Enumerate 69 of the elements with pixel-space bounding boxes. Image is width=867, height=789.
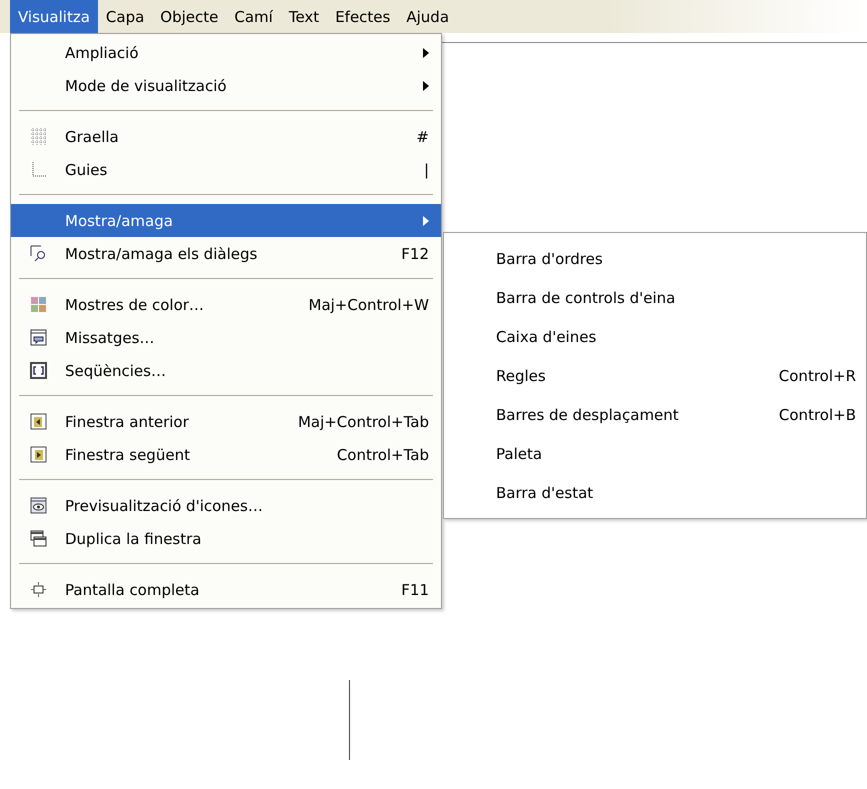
menu-item[interactable]: Duplica la finestra bbox=[11, 522, 441, 555]
menu-item[interactable]: Barra d'estat bbox=[444, 473, 866, 512]
menu-item[interactable]: Mostra/amaga bbox=[11, 204, 441, 237]
menu-item[interactable]: Barra d'ordres bbox=[444, 239, 866, 278]
eye-window-icon bbox=[30, 497, 46, 514]
menu-item[interactable]: Barres de desplaçament Control+B bbox=[444, 395, 866, 434]
menu-item-label: Ampliació bbox=[65, 44, 140, 62]
menu-item-label: Regles bbox=[496, 366, 547, 384]
menu-item[interactable]: Pantalla completa F11 bbox=[11, 573, 441, 606]
menu-item-label: Missatges… bbox=[65, 328, 156, 346]
menu-item-label: Mostres de color… bbox=[65, 296, 205, 314]
menu-item[interactable]: Ampliació bbox=[11, 36, 441, 69]
menu-item-label: Finestra següent bbox=[65, 446, 191, 464]
shortcut-label: F11 bbox=[401, 580, 429, 598]
shortcut-label: Control+R bbox=[778, 366, 856, 384]
menu-item[interactable]: Finestra següent Control+Tab bbox=[11, 438, 441, 471]
menu-item-label: Pantalla completa bbox=[65, 580, 200, 598]
menu-item[interactable]: Caixa d'eines bbox=[444, 317, 866, 356]
menu-item[interactable]: Paleta bbox=[444, 434, 866, 473]
menubar-item[interactable]: Camí bbox=[226, 0, 281, 33]
shortcut-label: Control+Tab bbox=[336, 446, 429, 464]
message-window-icon bbox=[30, 329, 46, 346]
menu-item[interactable]: Mode de visualització bbox=[11, 69, 441, 102]
menu-item[interactable]: Regles Control+R bbox=[444, 356, 866, 395]
menu-item-label: Duplica la finestra bbox=[65, 530, 202, 548]
sequence-window-icon bbox=[30, 362, 46, 379]
pointer-magnifier-icon bbox=[30, 245, 46, 262]
menu-item[interactable]: Barra de controls d'eina bbox=[444, 278, 866, 317]
menu-item[interactable]: Graella # bbox=[11, 120, 441, 153]
menu-item-label: Mostra/amaga bbox=[65, 212, 174, 230]
menu-item-label: Previsualització d'icones… bbox=[65, 496, 264, 514]
shortcut-label: | bbox=[424, 160, 429, 178]
menubar-item[interactable]: Ajuda bbox=[398, 0, 458, 33]
menu-item-label: Paleta bbox=[496, 444, 544, 462]
menubar-item[interactable]: Visualitza bbox=[10, 0, 98, 33]
grid-icon bbox=[30, 128, 46, 145]
previous-window-icon bbox=[30, 413, 46, 430]
shortcut-label: Maj+Control+W bbox=[308, 296, 429, 314]
menu-item-label: Barra d'estat bbox=[496, 484, 594, 502]
shortcut-label: # bbox=[416, 128, 429, 146]
menu-item-label: Mostra/amaga els diàlegs bbox=[65, 244, 258, 262]
menu-item-label: Finestra anterior bbox=[65, 412, 190, 430]
menu-item[interactable]: Seqüències… bbox=[11, 354, 441, 387]
menubar-item[interactable]: Objecte bbox=[152, 0, 226, 33]
shortcut-label: F12 bbox=[401, 244, 429, 262]
menu-item-label: Barra de controls d'eina bbox=[496, 288, 676, 306]
menu-item-label: Mode de visualització bbox=[65, 76, 228, 94]
swatches-icon bbox=[30, 296, 46, 313]
menu-item-label: Barres de desplaçament bbox=[496, 406, 680, 424]
menu-item[interactable]: Previsualització d'icones… bbox=[11, 489, 441, 522]
menu-item[interactable]: Mostres de color… Maj+Control+W bbox=[11, 288, 441, 321]
menu-item-label: Guies bbox=[65, 160, 108, 178]
menubar-item[interactable]: Text bbox=[280, 0, 328, 33]
menu-item[interactable]: Missatges… bbox=[11, 321, 441, 354]
menu-item-label: Graella bbox=[65, 128, 120, 146]
menu-item[interactable]: Finestra anterior Maj+Control+Tab bbox=[11, 405, 441, 438]
menu-item-label: Caixa d'eines bbox=[496, 328, 598, 346]
menu-item-label: Seqüències… bbox=[65, 362, 167, 380]
guide-icon bbox=[30, 161, 46, 178]
shortcut-label: Control+B bbox=[778, 406, 856, 424]
next-window-icon bbox=[30, 446, 46, 463]
fullscreen-icon bbox=[30, 581, 46, 598]
menu-item-label: Barra d'ordres bbox=[496, 250, 604, 268]
menu-item[interactable]: Mostra/amaga els diàlegs F12 bbox=[11, 237, 441, 270]
two-windows-icon bbox=[30, 530, 46, 547]
shortcut-label: Maj+Control+Tab bbox=[298, 412, 429, 430]
menubar-item[interactable]: Efectes bbox=[327, 0, 398, 33]
menu-item[interactable]: Guies | bbox=[11, 153, 441, 186]
menubar-item[interactable]: Capa bbox=[98, 0, 152, 33]
